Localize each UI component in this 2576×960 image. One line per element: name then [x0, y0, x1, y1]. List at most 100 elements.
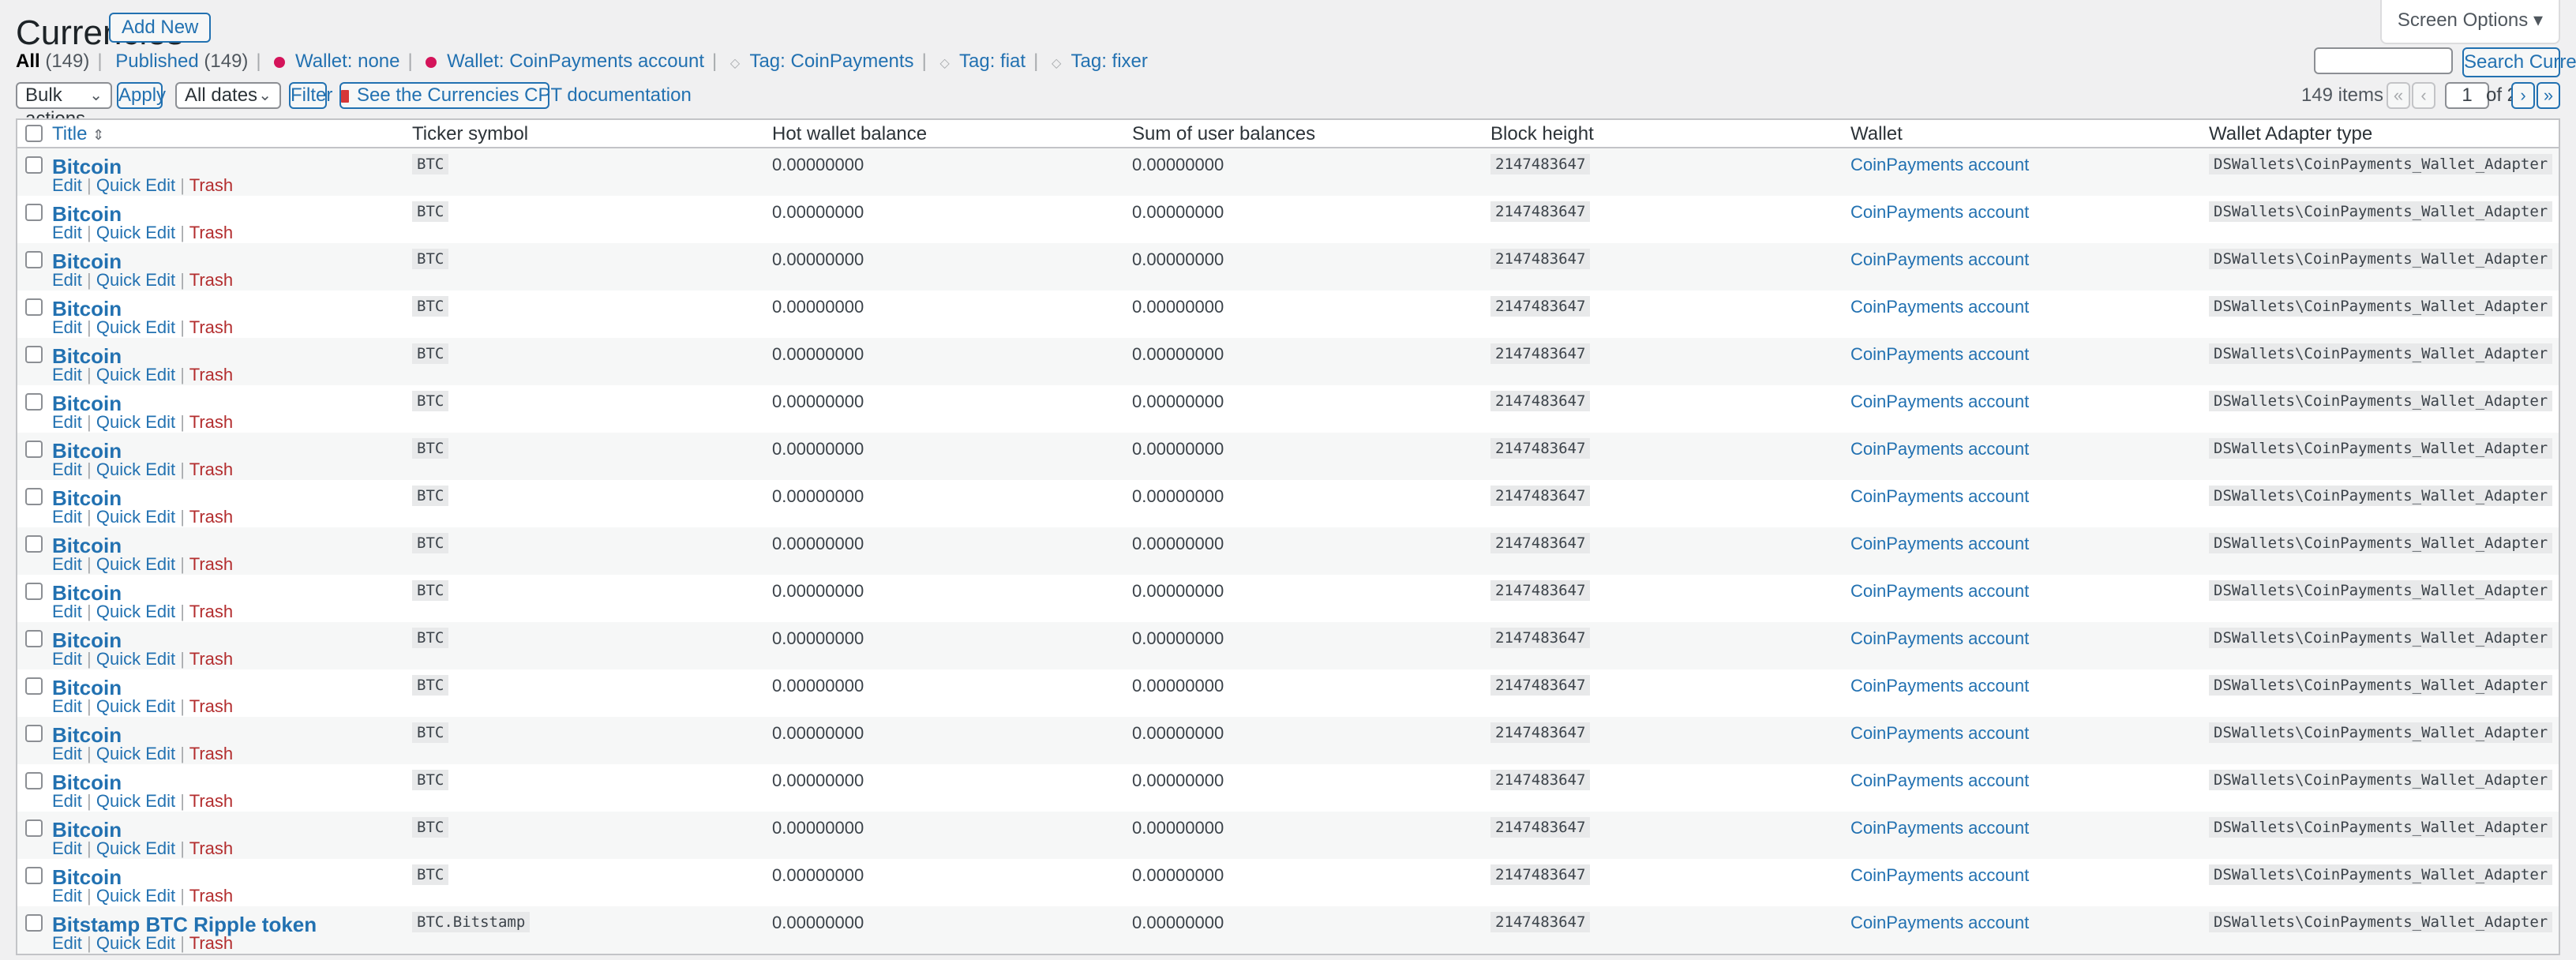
wallet-link[interactable]: CoinPayments account	[1850, 913, 2029, 933]
wallet-link[interactable]: CoinPayments account	[1850, 249, 2029, 270]
quick-edit-link[interactable]: Quick Edit	[96, 602, 175, 621]
edit-link[interactable]: Edit	[52, 886, 82, 906]
trash-link[interactable]: Trash	[189, 412, 233, 432]
quick-edit-link[interactable]: Quick Edit	[96, 838, 175, 858]
edit-link[interactable]: Edit	[52, 602, 82, 621]
trash-link[interactable]: Trash	[189, 696, 233, 716]
row-checkbox[interactable]	[25, 441, 43, 458]
wallet-link[interactable]: CoinPayments account	[1850, 392, 2029, 412]
search-button[interactable]: Search Currencies	[2462, 47, 2576, 77]
edit-link[interactable]: Edit	[52, 317, 82, 337]
quick-edit-link[interactable]: Quick Edit	[96, 886, 175, 906]
row-checkbox[interactable]	[25, 251, 43, 268]
add-new-button[interactable]: Add New	[109, 13, 212, 43]
edit-link[interactable]: Edit	[52, 744, 82, 763]
quick-edit-link[interactable]: Quick Edit	[96, 933, 175, 953]
quick-edit-link[interactable]: Quick Edit	[96, 744, 175, 763]
quick-edit-link[interactable]: Quick Edit	[96, 223, 175, 242]
bulk-actions-select[interactable]: Bulk actions ⌄	[16, 82, 112, 129]
row-checkbox[interactable]	[25, 819, 43, 837]
trash-link[interactable]: Trash	[189, 886, 233, 906]
edit-link[interactable]: Edit	[52, 554, 82, 574]
trash-link[interactable]: Trash	[189, 933, 233, 953]
view-tag-fiat-link[interactable]: Tag: fiat	[959, 51, 1026, 72]
quick-edit-link[interactable]: Quick Edit	[96, 507, 175, 527]
apply-button[interactable]: Apply	[117, 82, 166, 109]
edit-link[interactable]: Edit	[52, 223, 82, 242]
filter-button[interactable]: Filter	[289, 82, 332, 109]
row-checkbox[interactable]	[25, 204, 43, 221]
edit-link[interactable]: Edit	[52, 649, 82, 669]
next-page-button[interactable]: ›	[2511, 82, 2535, 109]
edit-link[interactable]: Edit	[52, 838, 82, 858]
row-checkbox[interactable]	[25, 156, 43, 174]
view-published-link[interactable]: Published	[115, 51, 198, 72]
trash-link[interactable]: Trash	[189, 365, 233, 384]
trash-link[interactable]: Trash	[189, 554, 233, 574]
row-checkbox[interactable]	[25, 630, 43, 647]
docs-button[interactable]: See the Currencies CPT documentation	[339, 82, 692, 109]
quick-edit-link[interactable]: Quick Edit	[96, 175, 175, 195]
quick-edit-link[interactable]: Quick Edit	[96, 412, 175, 432]
trash-link[interactable]: Trash	[189, 602, 233, 621]
dates-select[interactable]: All dates ⌄	[175, 82, 281, 109]
row-checkbox[interactable]	[25, 583, 43, 600]
column-title-header[interactable]: Title ⇕	[52, 123, 104, 145]
wallet-link[interactable]: CoinPayments account	[1850, 676, 2029, 696]
quick-edit-link[interactable]: Quick Edit	[96, 317, 175, 337]
row-checkbox[interactable]	[25, 867, 43, 884]
trash-link[interactable]: Trash	[189, 507, 233, 527]
wallet-link[interactable]: CoinPayments account	[1850, 581, 2029, 602]
row-checkbox[interactable]	[25, 393, 43, 411]
wallet-link[interactable]: CoinPayments account	[1850, 297, 2029, 317]
trash-link[interactable]: Trash	[189, 838, 233, 858]
view-wallet-coinpayments-link[interactable]: Wallet: CoinPayments account	[447, 51, 704, 72]
trash-link[interactable]: Trash	[189, 744, 233, 763]
trash-link[interactable]: Trash	[189, 175, 233, 195]
quick-edit-link[interactable]: Quick Edit	[96, 791, 175, 811]
prev-page-button[interactable]: ‹	[2412, 82, 2435, 109]
wallet-link[interactable]: CoinPayments account	[1850, 865, 2029, 886]
quick-edit-link[interactable]: Quick Edit	[96, 649, 175, 669]
trash-link[interactable]: Trash	[189, 270, 233, 290]
quick-edit-link[interactable]: Quick Edit	[96, 270, 175, 290]
edit-link[interactable]: Edit	[52, 507, 82, 527]
wallet-link[interactable]: CoinPayments account	[1850, 202, 2029, 223]
trash-link[interactable]: Trash	[189, 223, 233, 242]
view-all-link[interactable]: All	[16, 51, 40, 72]
screen-options-button[interactable]: Screen Options ▾	[2379, 0, 2560, 44]
select-all-checkbox[interactable]	[25, 125, 43, 142]
view-wallet-none-link[interactable]: Wallet: none	[295, 51, 400, 72]
trash-link[interactable]: Trash	[189, 317, 233, 337]
quick-edit-link[interactable]: Quick Edit	[96, 554, 175, 574]
edit-link[interactable]: Edit	[52, 365, 82, 384]
edit-link[interactable]: Edit	[52, 791, 82, 811]
trash-link[interactable]: Trash	[189, 649, 233, 669]
row-checkbox[interactable]	[25, 535, 43, 553]
edit-link[interactable]: Edit	[52, 270, 82, 290]
wallet-link[interactable]: CoinPayments account	[1850, 344, 2029, 365]
wallet-link[interactable]: CoinPayments account	[1850, 771, 2029, 791]
row-checkbox[interactable]	[25, 914, 43, 932]
edit-link[interactable]: Edit	[52, 696, 82, 716]
wallet-link[interactable]: CoinPayments account	[1850, 486, 2029, 507]
wallet-link[interactable]: CoinPayments account	[1850, 534, 2029, 554]
view-tag-fixer-link[interactable]: Tag: fixer	[1071, 51, 1148, 72]
edit-link[interactable]: Edit	[52, 175, 82, 195]
edit-link[interactable]: Edit	[52, 933, 82, 953]
wallet-link[interactable]: CoinPayments account	[1850, 155, 2029, 175]
quick-edit-link[interactable]: Quick Edit	[96, 696, 175, 716]
search-input[interactable]	[2314, 47, 2453, 74]
wallet-link[interactable]: CoinPayments account	[1850, 628, 2029, 649]
last-page-button[interactable]: »	[2537, 82, 2560, 109]
wallet-link[interactable]: CoinPayments account	[1850, 818, 2029, 838]
wallet-link[interactable]: CoinPayments account	[1850, 439, 2029, 459]
edit-link[interactable]: Edit	[52, 459, 82, 479]
wallet-link[interactable]: CoinPayments account	[1850, 723, 2029, 744]
quick-edit-link[interactable]: Quick Edit	[96, 365, 175, 384]
row-checkbox[interactable]	[25, 677, 43, 695]
quick-edit-link[interactable]: Quick Edit	[96, 459, 175, 479]
row-checkbox[interactable]	[25, 488, 43, 505]
first-page-button[interactable]: «	[2387, 82, 2410, 109]
row-checkbox[interactable]	[25, 725, 43, 742]
